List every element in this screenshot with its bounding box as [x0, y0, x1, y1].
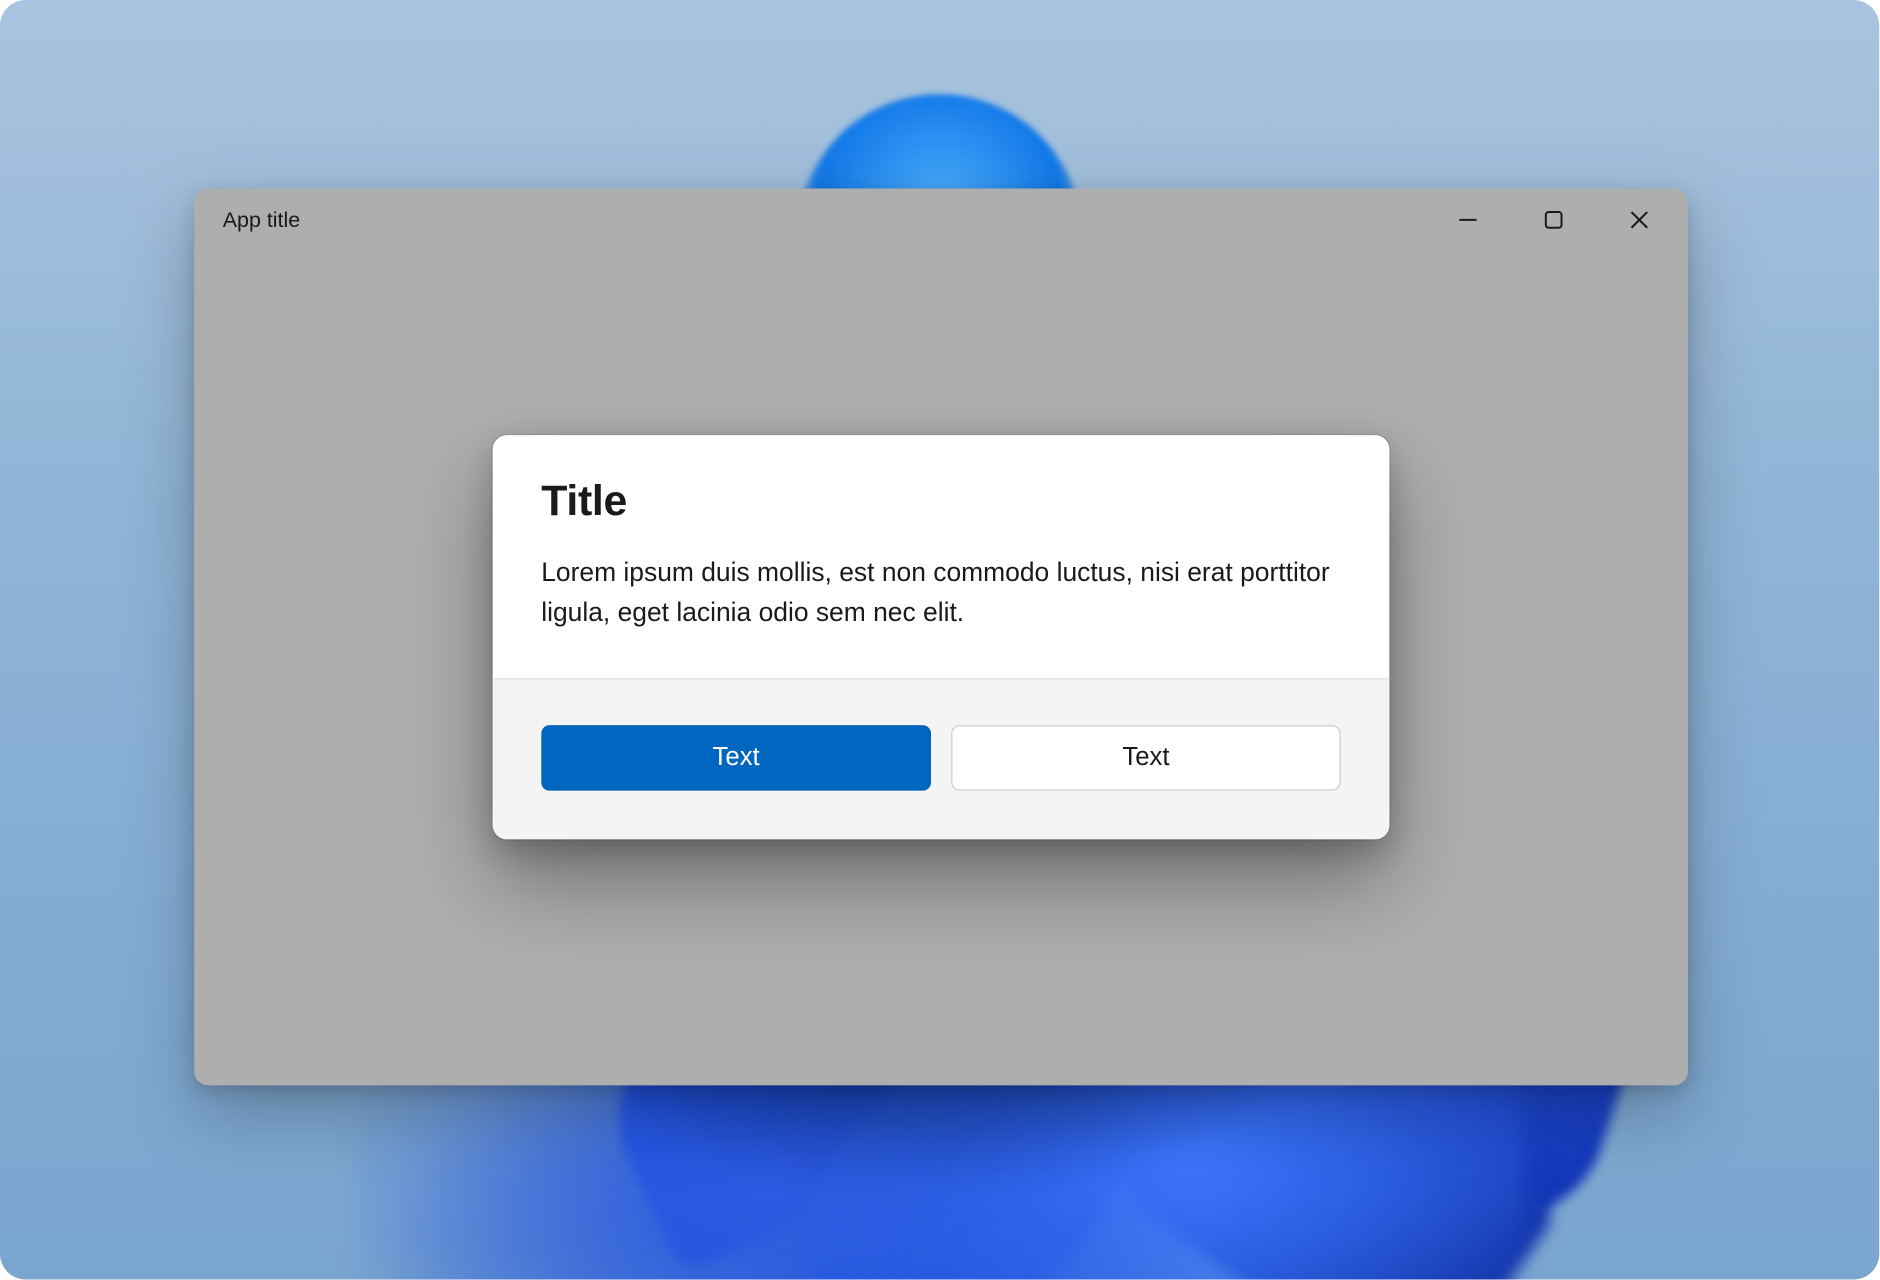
- dialog-secondary-button[interactable]: Text: [951, 724, 1341, 790]
- app-window: App title: [194, 188, 1688, 1085]
- window-controls: [1425, 188, 1682, 251]
- content-dialog: Title Lorem ipsum duis mollis, est non c…: [493, 435, 1390, 838]
- close-icon: [1629, 210, 1649, 230]
- titlebar[interactable]: App title: [194, 188, 1688, 251]
- close-button[interactable]: [1597, 188, 1683, 251]
- minimize-icon: [1458, 210, 1478, 230]
- dialog-button-row: Text Text: [493, 677, 1390, 838]
- dialog-body-text: Lorem ipsum duis mollis, est non commodo…: [541, 552, 1341, 631]
- maximize-button[interactable]: [1511, 188, 1597, 251]
- app-title: App title: [223, 208, 300, 232]
- dialog-content-area: Title Lorem ipsum duis mollis, est non c…: [493, 435, 1390, 677]
- dialog-title: Title: [541, 478, 1341, 527]
- minimize-button[interactable]: [1425, 188, 1511, 251]
- dialog-primary-button[interactable]: Text: [541, 724, 931, 790]
- maximize-icon: [1544, 210, 1564, 230]
